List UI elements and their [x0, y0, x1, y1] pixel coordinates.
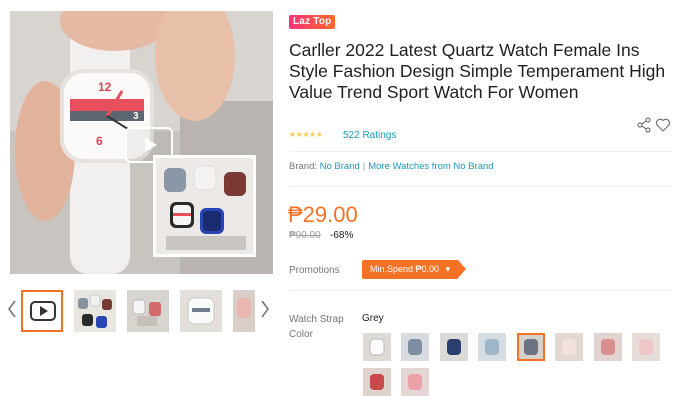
current-price: ₱29.00 [288, 202, 358, 227]
color-option-light-blue[interactable] [478, 333, 506, 361]
brand-row: Brand: No Brand | More Watches from No Bra… [289, 161, 494, 172]
ratings-link[interactable]: 522 Ratings [343, 130, 396, 141]
svg-text:12: 12 [98, 80, 112, 94]
heart-icon[interactable] [655, 117, 671, 138]
brand-separator: | [362, 161, 366, 172]
thumbnail-image[interactable] [74, 290, 116, 332]
more-from-brand-link[interactable]: More Watches from No Brand [368, 161, 493, 172]
color-option-navy[interactable] [440, 333, 468, 361]
divider [289, 186, 672, 187]
selected-color-value: Grey [362, 313, 384, 324]
promotions-label: Promotions [289, 265, 340, 276]
color-option-white[interactable] [363, 333, 391, 361]
color-option-grey[interactable] [517, 333, 545, 361]
original-price: ₱90.00 [289, 230, 321, 241]
brand-link[interactable]: No Brand [320, 161, 360, 172]
video-play-icon [30, 301, 56, 321]
promotion-text: Min.Spend ₱0.00 [370, 264, 440, 274]
color-option-pink[interactable] [401, 368, 429, 396]
star-rating: ★★★★★ [289, 130, 323, 139]
divider [289, 151, 672, 152]
color-option-red[interactable] [363, 368, 391, 396]
brand-label: Brand: [289, 161, 317, 172]
thumbnail-image[interactable] [127, 290, 169, 332]
product-inset-image [153, 155, 256, 257]
svg-text:6: 6 [96, 134, 103, 148]
thumbnail-next-button[interactable] [259, 299, 271, 319]
color-option-pink-white[interactable] [555, 333, 583, 361]
promotion-voucher-tag[interactable]: Min.Spend ₱0.00 ▾ [362, 260, 467, 279]
color-option-rose[interactable] [594, 333, 622, 361]
color-option-blue-grey[interactable] [401, 333, 429, 361]
thumbnail-prev-button[interactable] [6, 299, 18, 319]
thumbnail-image[interactable] [180, 290, 222, 332]
svg-text:3: 3 [133, 111, 139, 122]
product-title: Carller 2022 Latest Quartz Watch Female … [289, 40, 666, 102]
chevron-down-icon: ▾ [445, 264, 451, 274]
thumbnail-image[interactable] [233, 290, 255, 332]
laztop-badge: Laz Top [289, 15, 336, 29]
thumbnail-video[interactable] [21, 290, 63, 332]
discount-percent: -68% [330, 230, 354, 241]
watch-strap-color-label: Watch Strap Color [289, 314, 344, 340]
chevron-left-icon [8, 300, 16, 318]
chevron-right-icon [261, 300, 269, 318]
share-icon[interactable] [636, 117, 652, 138]
color-option-pastel-pink[interactable] [632, 333, 660, 361]
divider [289, 290, 672, 291]
